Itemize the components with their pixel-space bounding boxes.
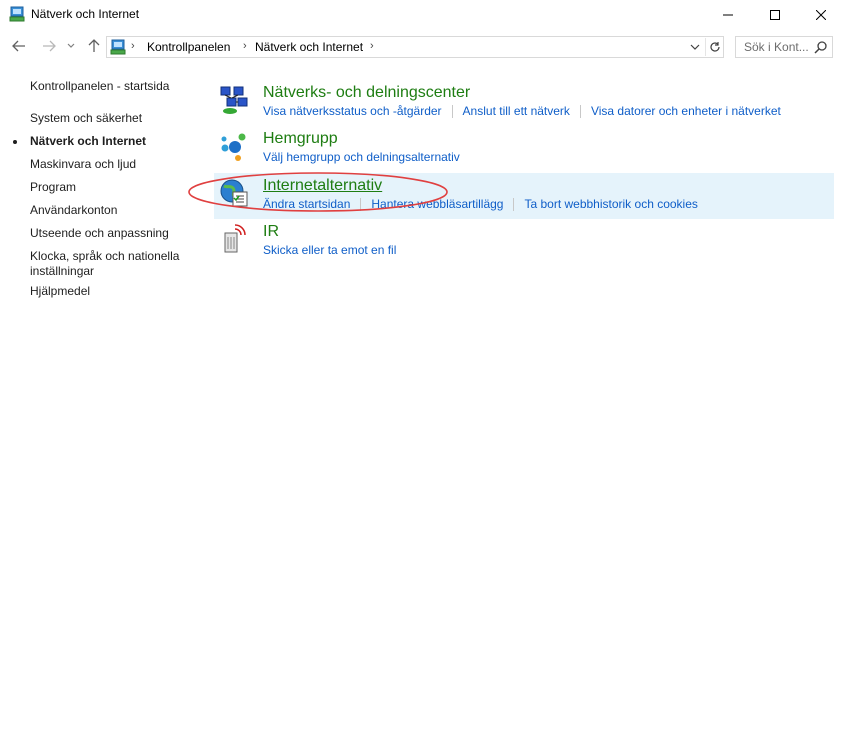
minimize-button[interactable] xyxy=(705,0,751,30)
link-send-receive-file[interactable]: Skicka eller ta emot en fil xyxy=(263,243,396,257)
control-panel-icon xyxy=(9,6,25,22)
link-view-network-status[interactable]: Visa nätverksstatus och -åtgärder xyxy=(263,104,442,118)
category-network-sharing: Nätverks- och delningscenter Visa nätver… xyxy=(214,80,834,126)
title-bar: Nätverk och Internet xyxy=(0,0,844,30)
forward-button[interactable] xyxy=(40,36,58,56)
search-placeholder: Sök i Kont... xyxy=(744,40,809,54)
homegroup-icon xyxy=(221,133,246,161)
close-icon xyxy=(816,10,826,20)
category-title-network-center[interactable]: Nätverks- och delningscenter xyxy=(263,84,470,102)
search-icon[interactable] xyxy=(814,40,828,54)
search-input[interactable]: Sök i Kont... xyxy=(735,36,833,58)
sidebar-item-system-security[interactable]: System och säkerhet xyxy=(30,111,200,126)
breadcrumb-separator-icon[interactable]: › xyxy=(243,40,247,52)
link-delete-history[interactable]: Ta bort webbhistorik och cookies xyxy=(524,197,697,211)
link-connect-network[interactable]: Anslut till ett nätverk xyxy=(463,104,570,118)
refresh-icon xyxy=(709,42,720,52)
sidebar-item-appearance[interactable]: Utseende och anpassning xyxy=(30,226,200,241)
sidebar-item-user-accounts[interactable]: Användarkonton xyxy=(30,203,200,218)
network-center-icon xyxy=(220,86,248,114)
link-divider xyxy=(360,197,362,211)
maximize-icon xyxy=(770,10,780,20)
sidebar-item-home[interactable]: Kontrollpanelen - startsida xyxy=(30,79,200,94)
chevron-down-icon xyxy=(67,43,75,48)
category-infrared: IR Skicka eller ta emot en fil xyxy=(214,219,834,265)
sidebar-item-network-internet: Nätverk och Internet xyxy=(30,134,147,148)
close-button[interactable] xyxy=(798,0,844,30)
sidebar-item-hardware-sound[interactable]: Maskinvara och ljud xyxy=(30,157,200,172)
arrow-right-icon xyxy=(43,40,56,52)
category-links: Ändra startsidan Hantera webbläsartilläg… xyxy=(263,197,698,211)
arrow-up-icon xyxy=(88,39,100,52)
link-manage-addons[interactable]: Hantera webbläsartillägg xyxy=(371,197,503,211)
back-button[interactable] xyxy=(10,36,28,56)
arrow-left-icon xyxy=(12,40,25,52)
category-homegroup: Hemgrupp Välj hemgrupp och delningsalter… xyxy=(214,126,834,172)
link-divider xyxy=(513,197,515,211)
minimize-icon xyxy=(723,14,733,16)
category-title-internet-options[interactable]: Internetalternativ xyxy=(263,177,382,195)
sidebar-item-clock-language[interactable]: Klocka, språk och nationella inställning… xyxy=(30,249,200,279)
up-button[interactable] xyxy=(85,36,103,56)
internet-options-icon xyxy=(220,179,248,207)
navigation-bar: › Kontrollpanelen › Nätverk och Internet… xyxy=(0,32,844,60)
link-homegroup-options[interactable]: Välj hemgrupp och delningsalternativ xyxy=(263,150,460,164)
address-dropdown-button[interactable] xyxy=(687,39,703,55)
link-view-network-devices[interactable]: Visa datorer och enheter i nätverket xyxy=(591,104,781,118)
chevron-down-icon xyxy=(690,44,700,50)
breadcrumb-separator-icon[interactable]: › xyxy=(131,40,135,52)
category-links: Välj hemgrupp och delningsalternativ xyxy=(263,150,460,164)
link-divider xyxy=(451,104,453,118)
infrared-icon xyxy=(224,224,246,253)
breadcrumb-control-panel[interactable]: Kontrollpanelen xyxy=(147,40,230,54)
category-links: Visa nätverksstatus och -åtgärder Anslut… xyxy=(263,104,781,118)
recent-locations-button[interactable] xyxy=(64,36,78,56)
link-change-homepage[interactable]: Ändra startsidan xyxy=(263,197,350,211)
refresh-button[interactable] xyxy=(705,38,723,56)
sidebar: Kontrollpanelen - startsida System och s… xyxy=(0,60,205,740)
sidebar-item-accessibility[interactable]: Hjälpmedel xyxy=(30,284,200,299)
maximize-button[interactable] xyxy=(752,0,798,30)
breadcrumb-separator-icon[interactable]: › xyxy=(370,40,374,52)
category-links: Skicka eller ta emot en fil xyxy=(263,243,396,257)
category-internet-options: Internetalternativ Ändra startsidan Hant… xyxy=(214,173,834,219)
link-divider xyxy=(579,104,581,118)
window-title: Nätverk och Internet xyxy=(31,7,140,21)
sidebar-item-programs[interactable]: Program xyxy=(30,180,200,195)
active-bullet-icon xyxy=(13,140,17,144)
category-title-homegroup[interactable]: Hemgrupp xyxy=(263,130,338,148)
breadcrumb-network-internet[interactable]: Nätverk och Internet xyxy=(255,40,363,54)
control-panel-icon xyxy=(110,39,126,55)
category-title-infrared[interactable]: IR xyxy=(263,223,279,241)
address-bar[interactable]: › Kontrollpanelen › Nätverk och Internet… xyxy=(106,36,724,58)
